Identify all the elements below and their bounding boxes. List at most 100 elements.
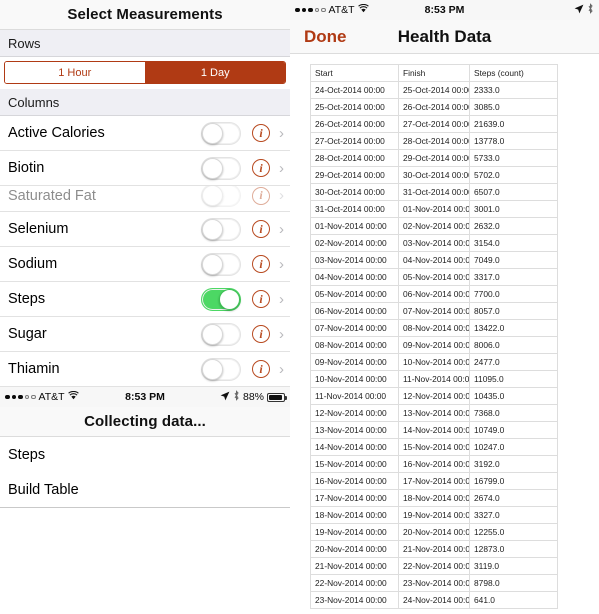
health-data-table: Start Finish Steps (count) 24-Oct-2014 0… — [310, 64, 558, 609]
chevron-right-icon[interactable]: › — [279, 160, 284, 177]
health-data-table-wrap: Start Finish Steps (count) 24-Oct-2014 0… — [290, 54, 599, 609]
table-row: 07-Nov-2014 00:00 08-Nov-2014 00:00 13422.… — [310, 319, 558, 337]
cell-start: 06-Nov-2014 00:00 — [310, 302, 399, 320]
measurement-toggle[interactable] — [201, 156, 241, 180]
right-nav-bar: Done Health Data — [290, 20, 599, 54]
info-icon[interactable]: i — [252, 290, 270, 308]
chevron-right-icon[interactable]: › — [279, 221, 284, 238]
measurement-toggle[interactable] — [201, 287, 241, 311]
table-row: 16-Nov-2014 00:00 17-Nov-2014 00:00 16799.… — [310, 472, 558, 490]
cell-finish: 12-Nov-2014 00:00 — [398, 387, 470, 405]
cell-steps: 11095.0 — [469, 370, 558, 388]
collecting-title: Collecting data... — [84, 413, 206, 430]
toggle-knob — [202, 358, 223, 380]
cell-start: 26-Oct-2014 00:00 — [310, 115, 399, 133]
cell-steps: 2333.0 — [469, 81, 558, 99]
table-row: 12-Nov-2014 00:00 13-Nov-2014 00:00 7368.0 — [310, 404, 558, 422]
measurement-row-biotin[interactable]: Biotin i › — [0, 151, 290, 186]
measurement-label: Active Calories — [8, 125, 105, 141]
cell-finish: 15-Nov-2014 00:00 — [398, 438, 470, 456]
cell-steps: 2674.0 — [469, 489, 558, 507]
table-row: 13-Nov-2014 00:00 14-Nov-2014 00:00 10749.… — [310, 421, 558, 439]
cell-finish: 11-Nov-2014 00:00 — [398, 370, 470, 388]
cell-finish: 19-Nov-2014 00:00 — [398, 506, 470, 524]
location-arrow-icon — [574, 4, 584, 17]
table-row: 02-Nov-2014 00:00 03-Nov-2014 00:00 3154.0 — [310, 234, 558, 252]
measurement-row-saturated-fat[interactable]: Saturated Fat i › — [0, 186, 290, 212]
info-icon[interactable]: i — [252, 124, 270, 142]
info-icon[interactable]: i — [252, 186, 270, 205]
status-bar-right — [574, 3, 594, 17]
cell-steps: 2632.0 — [469, 217, 558, 235]
bottom-row-label: Steps — [8, 446, 46, 463]
cell-steps: 3154.0 — [469, 234, 558, 252]
status-bar-time: 8:53 PM — [424, 4, 465, 16]
measurement-toggle[interactable] — [201, 186, 241, 207]
bottom-row-build-table[interactable]: Build Table — [0, 472, 290, 507]
cell-finish: 03-Nov-2014 00:00 — [398, 234, 470, 252]
measurement-row-thiamin[interactable]: Thiamin i › — [0, 352, 290, 387]
info-icon[interactable]: i — [252, 325, 270, 343]
table-row: 30-Oct-2014 00:00 31-Oct-2014 00:00 6507.0 — [310, 183, 558, 201]
cell-start: 13-Nov-2014 00:00 — [310, 421, 399, 439]
toggle-knob — [202, 253, 223, 275]
cell-start: 07-Nov-2014 00:00 — [310, 319, 399, 337]
info-icon[interactable]: i — [252, 360, 270, 378]
measurement-toggle[interactable] — [201, 252, 241, 276]
cell-steps: 16799.0 — [469, 472, 558, 490]
table-row: 18-Nov-2014 00:00 19-Nov-2014 00:00 3327.0 — [310, 506, 558, 524]
info-icon[interactable]: i — [252, 159, 270, 177]
columns-section-label: Columns — [8, 94, 60, 110]
battery-icon — [267, 392, 287, 402]
measurement-toggle[interactable] — [201, 121, 241, 145]
table-body: 24-Oct-2014 00:00 25-Oct-2014 00:00 2333.0… — [310, 81, 558, 609]
table-row: 11-Nov-2014 00:00 12-Nov-2014 00:00 10435.… — [310, 387, 558, 405]
measurement-toggle[interactable] — [201, 357, 241, 381]
cell-steps: 7368.0 — [469, 404, 558, 422]
bottom-row-steps[interactable]: Steps — [0, 437, 290, 472]
chevron-right-icon[interactable]: › — [279, 361, 284, 378]
table-row: 01-Nov-2014 00:00 02-Nov-2014 00:00 2632.0 — [310, 217, 558, 235]
toggle-knob — [219, 288, 240, 310]
measurement-row-steps[interactable]: Steps i › — [0, 282, 290, 317]
battery-percent-label: 88% — [242, 391, 264, 403]
measurement-row-sodium[interactable]: Sodium i › — [0, 247, 290, 282]
cell-finish: 08-Nov-2014 00:00 — [398, 319, 470, 337]
info-icon[interactable]: i — [252, 220, 270, 238]
cell-steps: 13778.0 — [469, 132, 558, 150]
cell-start: 15-Nov-2014 00:00 — [310, 455, 399, 473]
measurement-row-selenium[interactable]: Selenium i › — [0, 212, 290, 247]
left-nav-bar: Select Measurements — [0, 0, 290, 30]
cell-steps: 8057.0 — [469, 302, 558, 320]
chevron-right-icon[interactable]: › — [279, 187, 284, 204]
cell-steps: 5702.0 — [469, 166, 558, 184]
cell-start: 31-Oct-2014 00:00 — [310, 200, 399, 218]
cell-finish: 27-Oct-2014 00:00 — [398, 115, 470, 133]
chevron-right-icon[interactable]: › — [279, 125, 284, 142]
chevron-right-icon[interactable]: › — [279, 291, 284, 308]
cell-start: 22-Nov-2014 00:00 — [310, 574, 399, 592]
chevron-right-icon[interactable]: › — [279, 326, 284, 343]
cell-steps: 7700.0 — [469, 285, 558, 303]
cell-steps: 3119.0 — [469, 557, 558, 575]
column-header-start: Start — [310, 64, 399, 82]
table-row: 27-Oct-2014 00:00 28-Oct-2014 00:00 13778.… — [310, 132, 558, 150]
page-title: Select Measurements — [67, 6, 223, 23]
segment-1-day[interactable]: 1 Day — [144, 62, 285, 83]
done-button[interactable]: Done — [304, 27, 347, 47]
chevron-right-icon[interactable]: › — [279, 256, 284, 273]
table-row: 06-Nov-2014 00:00 07-Nov-2014 00:00 8057.0 — [310, 302, 558, 320]
cell-steps: 10247.0 — [469, 438, 558, 456]
interval-segmented-wrap: 1 Hour 1 Day — [0, 57, 290, 89]
right-status-bar: AT&T 8:53 PM — [290, 0, 599, 20]
cell-start: 28-Oct-2014 00:00 — [310, 149, 399, 167]
cell-start: 03-Nov-2014 00:00 — [310, 251, 399, 269]
measurement-row-active-calories[interactable]: Active Calories i › — [0, 116, 290, 151]
info-icon[interactable]: i — [252, 255, 270, 273]
interval-segmented-control[interactable]: 1 Hour 1 Day — [4, 61, 286, 84]
measurement-toggle[interactable] — [201, 322, 241, 346]
left-status-bar: AT&T 8:53 PM 88% — [0, 387, 290, 407]
segment-1-hour[interactable]: 1 Hour — [5, 62, 145, 83]
measurement-row-sugar[interactable]: Sugar i › — [0, 317, 290, 352]
measurement-toggle[interactable] — [201, 217, 241, 241]
